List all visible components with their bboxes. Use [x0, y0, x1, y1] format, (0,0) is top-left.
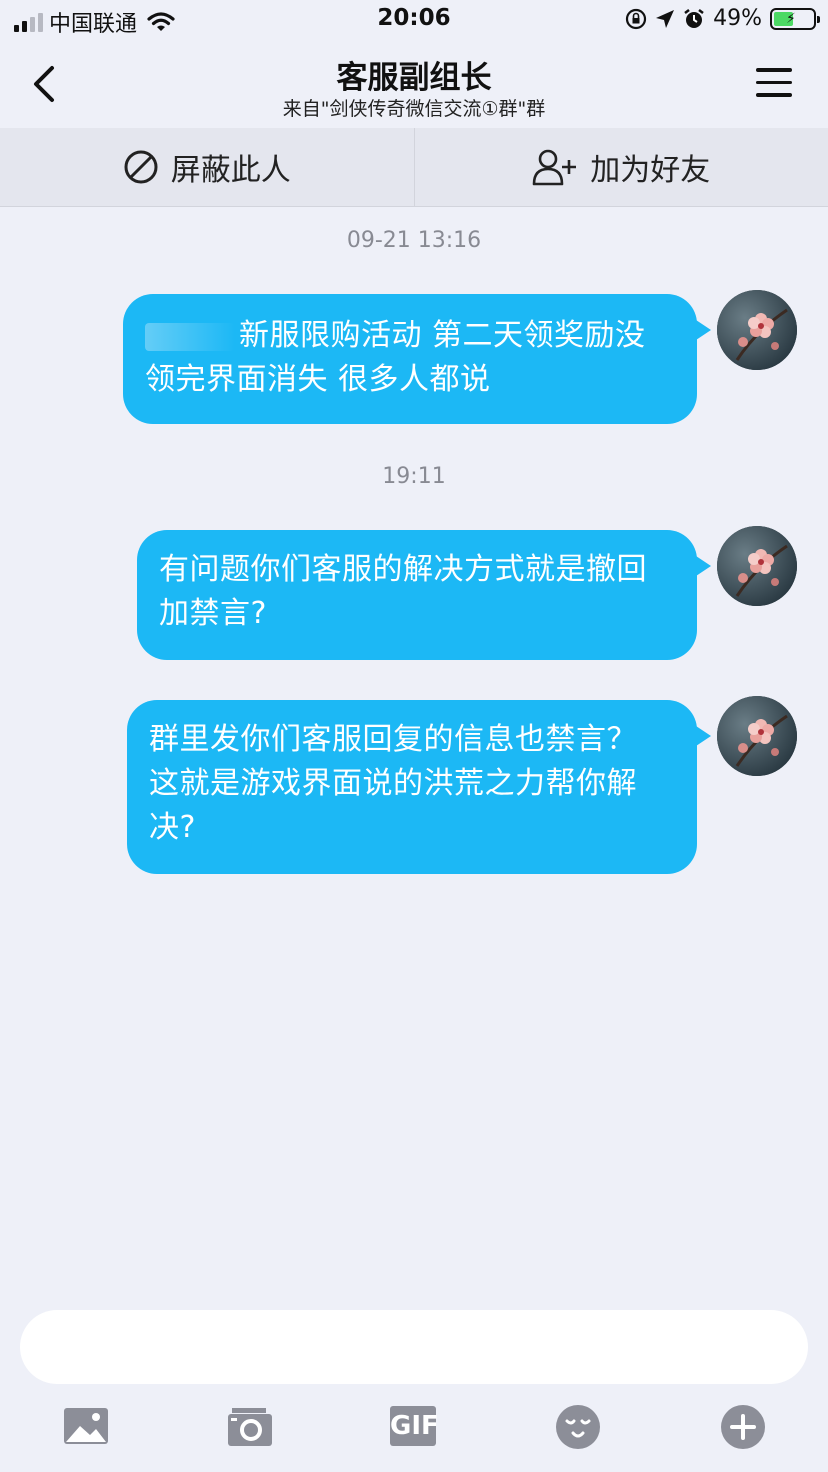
emoji-icon[interactable]	[553, 1402, 603, 1452]
avatar-flower-image	[717, 290, 797, 370]
battery-icon: ⚡	[770, 7, 820, 30]
plus-icon[interactable]	[718, 1402, 768, 1452]
battery-percent: 49%	[713, 6, 762, 31]
add-user-icon	[532, 149, 577, 186]
chat-header: 客服副组长 来自"剑侠传奇微信交流①群"群	[0, 40, 828, 128]
message-bubble[interactable]: 有问题你们客服的解决方式就是撤回加禁言?	[137, 530, 711, 660]
avatar[interactable]	[717, 526, 797, 606]
menu-icon[interactable]	[756, 68, 792, 100]
gif-icon[interactable]: GIF	[390, 1406, 439, 1446]
input-toolbar: GIF	[0, 1402, 828, 1452]
redacted-area	[145, 322, 235, 351]
message-timestamp: 19:11	[382, 464, 446, 489]
action-bar: 屏蔽此人 加为好友	[0, 128, 828, 207]
avatar-flower-image	[717, 526, 797, 606]
page-title: 客服副组长	[336, 60, 492, 96]
alarm-icon	[684, 8, 704, 28]
block-user-label: 屏蔽此人	[170, 153, 291, 188]
status-bar: 中国联通 20:06 49% ⚡	[0, 0, 828, 40]
status-right: 49% ⚡	[625, 6, 820, 31]
gif-label: GIF	[390, 1411, 439, 1441]
add-friend-button[interactable]: 加为好友	[413, 128, 828, 206]
message-bubble[interactable]: 群里发你们客服回复的信息也禁言？ 这就是游戏界面说的洪荒之力帮你解决?	[127, 700, 711, 874]
camera-icon[interactable]	[226, 1402, 276, 1452]
message-input[interactable]	[20, 1310, 808, 1384]
avatar[interactable]	[717, 696, 797, 776]
message-bubble[interactable]: 新服限购活动 第二天领奖励没领完界面消失 很多人都说	[123, 294, 711, 424]
avatar-flower-image	[717, 696, 797, 776]
charging-bolt-icon: ⚡	[786, 10, 796, 27]
group-source-subtitle: 来自"剑侠传奇微信交流①群"群	[282, 98, 546, 120]
message-text: 有问题你们客服的解决方式就是撤回加禁言?	[159, 552, 647, 631]
image-icon[interactable]	[62, 1402, 112, 1452]
block-user-button[interactable]: 屏蔽此人	[0, 128, 414, 206]
input-area: GIF	[0, 1294, 828, 1472]
message-timestamp: 09-21 13:16	[346, 228, 482, 253]
block-icon	[124, 150, 158, 184]
avatar[interactable]	[717, 290, 797, 370]
message-text: 群里发你们客服回复的信息也禁言？ 这就是游戏界面说的洪荒之力帮你解决?	[149, 722, 637, 845]
rotation-lock-icon	[625, 8, 647, 29]
location-icon	[656, 9, 675, 28]
add-friend-label: 加为好友	[590, 153, 711, 188]
